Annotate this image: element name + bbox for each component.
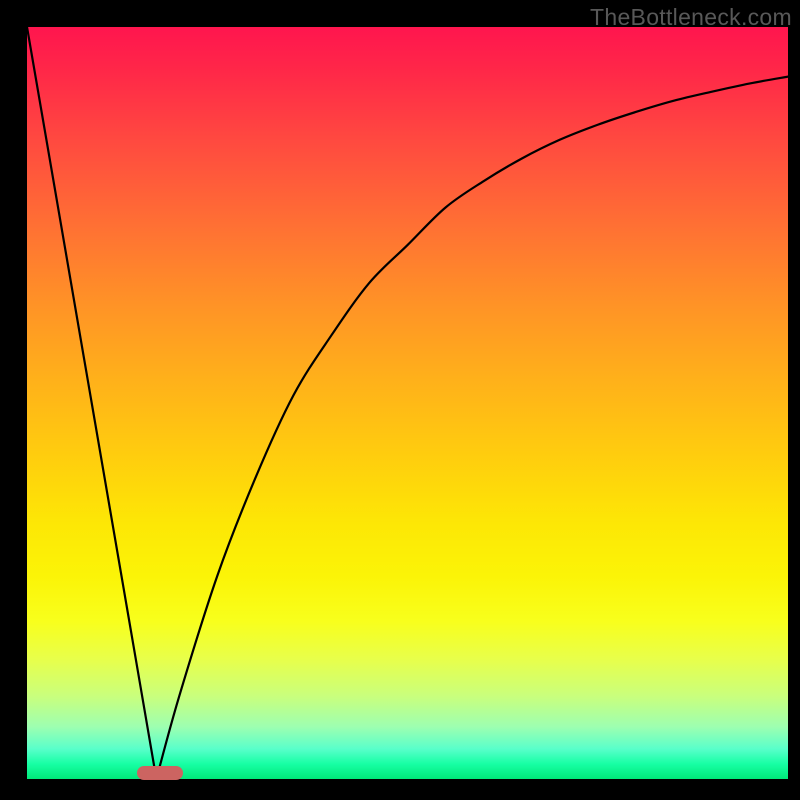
curve-overlay (27, 27, 788, 779)
right-branch-curve (156, 77, 788, 779)
optimum-marker[interactable] (137, 766, 183, 780)
watermark-text: TheBottleneck.com (590, 4, 792, 31)
chart-frame: TheBottleneck.com (0, 0, 800, 800)
left-branch-curve (27, 27, 156, 779)
